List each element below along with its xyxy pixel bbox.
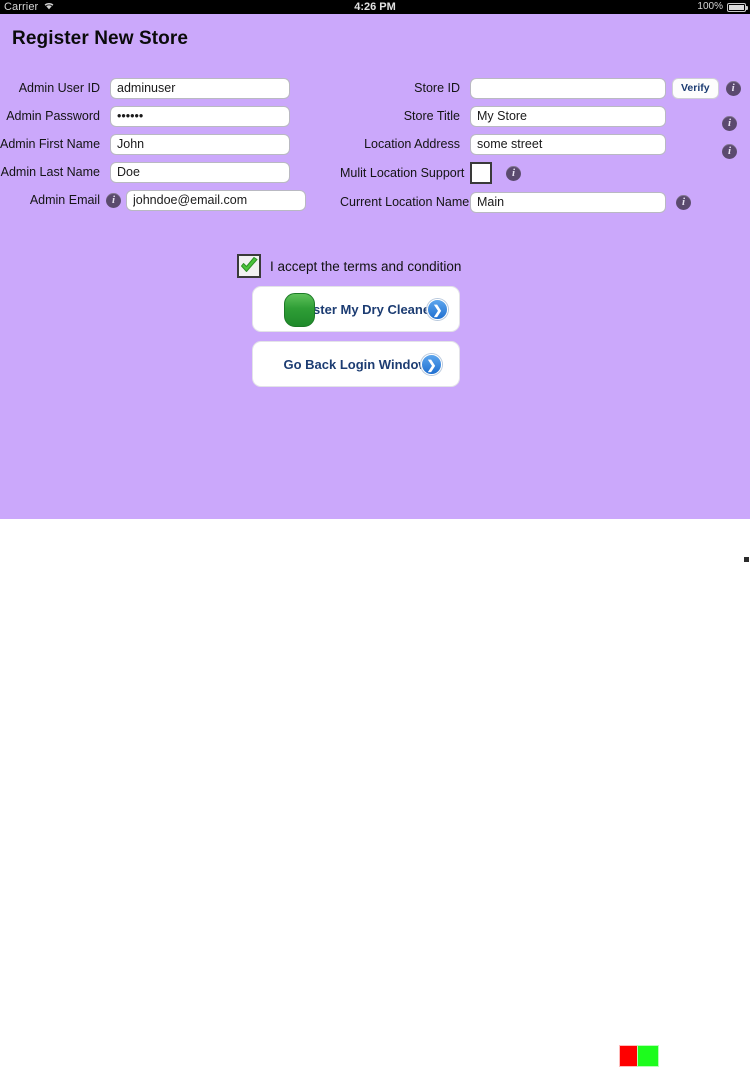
bottom-bar <box>0 519 750 1067</box>
label-store-id: Store ID <box>414 81 460 95</box>
terms-row: I accept the terms and condition <box>237 254 461 278</box>
multi-location-support-checkbox[interactable] <box>470 162 492 184</box>
label-admin-user-id: Admin User ID <box>18 81 100 95</box>
field-row-location-address: Location Address i <box>340 130 750 159</box>
info-icon-admin-email[interactable]: i <box>106 192 121 208</box>
field-row-admin-first-name: Admin First Name <box>0 130 330 158</box>
field-row-multi-location-support: Mulit Location Support i <box>340 158 750 188</box>
label-admin-email: Admin Email <box>29 193 100 207</box>
info-icon-current-location-name[interactable]: i <box>676 194 691 210</box>
resize-corner-handle[interactable] <box>744 557 749 562</box>
field-row-admin-email: Admin Email i <box>0 186 330 214</box>
page-title: Register New Store <box>12 28 189 49</box>
battery-percent-label: 100% <box>697 1 723 12</box>
field-row-admin-password: Admin Password <box>0 102 330 130</box>
field-row-admin-user-id: Admin User ID <box>0 74 330 102</box>
go-back-button-label: Go Back Login Window <box>283 356 429 372</box>
label-current-location-name: Current Location Name <box>340 195 470 209</box>
info-icon-store-title[interactable]: i <box>722 115 737 131</box>
verify-store-id-button[interactable]: Verify <box>672 77 719 99</box>
status-bar-right: 100% <box>697 0 748 14</box>
field-row-store-id: Store ID Verify i <box>340 74 750 102</box>
admin-password-input[interactable] <box>110 105 290 127</box>
label-multi-location-support: Mulit Location Support <box>340 166 465 180</box>
accept-terms-label: I accept the terms and condition <box>270 258 462 274</box>
location-address-input[interactable] <box>470 133 666 155</box>
chevron-right-icon-goback: ❯ <box>421 354 442 375</box>
main-panel: Register New Store Admin User ID Admin P… <box>0 14 750 519</box>
field-row-admin-last-name: Admin Last Name <box>0 158 330 186</box>
info-icon-multi-location-support[interactable]: i <box>506 165 521 181</box>
left-form-column: Admin User ID Admin Password Admin First… <box>0 74 330 214</box>
admin-email-input[interactable] <box>126 189 306 211</box>
app-screen: Carrier 4:26 PM 100% Register New Store … <box>0 0 750 1067</box>
store-id-input[interactable] <box>470 77 666 99</box>
status-bar: Carrier 4:26 PM 100% <box>0 0 750 14</box>
admin-user-id-input[interactable] <box>110 77 290 99</box>
admin-last-name-input[interactable] <box>110 161 290 183</box>
go-back-login-window-button[interactable]: Go Back Login Window ❯ <box>252 341 460 387</box>
store-title-input[interactable] <box>470 105 666 127</box>
info-icon-store-id[interactable]: i <box>725 80 741 96</box>
admin-first-name-input[interactable] <box>110 133 290 155</box>
battery-icon <box>727 2 748 12</box>
field-row-store-title: Store Title i <box>340 102 750 131</box>
accept-terms-checkbox[interactable] <box>237 254 261 278</box>
label-admin-password: Admin Password <box>6 109 100 123</box>
label-location-address: Location Address <box>364 137 460 151</box>
label-store-title: Store Title <box>403 109 460 123</box>
register-my-dry-cleaner-button[interactable]: Register My Dry Cleaner ❯ <box>252 286 460 332</box>
current-location-name-input[interactable] <box>470 191 666 213</box>
green-swatch[interactable] <box>637 1045 659 1067</box>
green-pill-indicator <box>284 293 315 327</box>
checkmark-icon <box>241 257 258 272</box>
label-admin-last-name: Admin Last Name <box>0 165 100 179</box>
info-icon-location-address[interactable]: i <box>722 143 737 159</box>
field-row-current-location-name: Current Location Name i <box>340 188 750 216</box>
status-bar-clock: 4:26 PM <box>354 1 396 13</box>
label-admin-first-name: Admin First Name <box>0 137 101 151</box>
right-form-column: Store ID Verify i Store Title i Location… <box>340 74 750 216</box>
chevron-right-icon: ❯ <box>427 299 448 320</box>
